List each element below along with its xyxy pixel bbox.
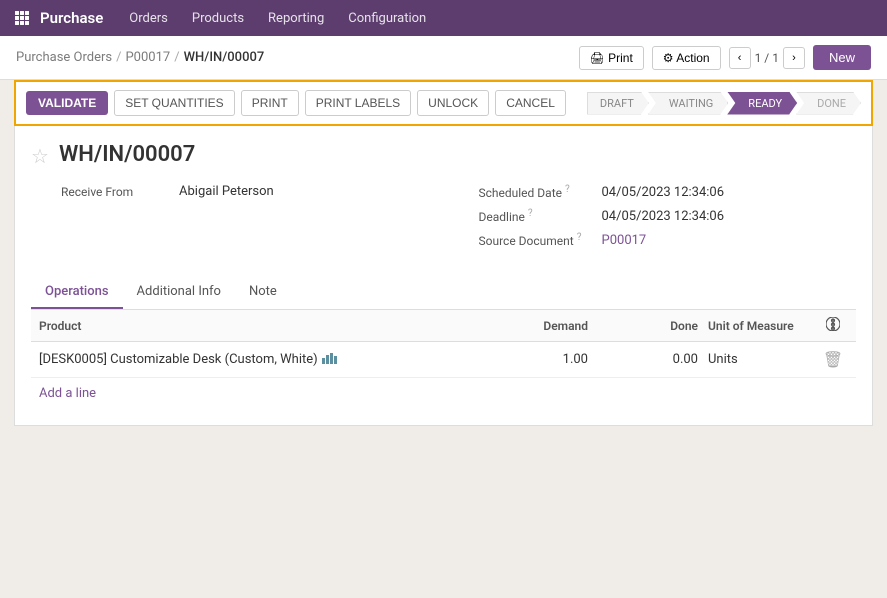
deadline-label: Deadline ?	[479, 208, 594, 224]
print-labels-button[interactable]: PRINT LABELS	[305, 90, 411, 116]
app-brand[interactable]: Purchase	[40, 9, 103, 27]
scheduled-date-value[interactable]: 04/05/2023 12:34:06	[602, 185, 725, 200]
pager: ‹ 1 / 1 ›	[729, 47, 805, 69]
source-doc-help[interactable]: ?	[577, 232, 582, 243]
product-cell: [DESK0005] Customizable Desk (Custom, Wh…	[39, 352, 528, 367]
favorite-star-icon[interactable]: ☆	[31, 144, 49, 168]
uom-cell: Units	[698, 352, 818, 367]
breadcrumb-sep-2: /	[174, 50, 179, 65]
breadcrumb-sep-1: /	[116, 50, 121, 65]
add-line-button[interactable]: Add a line	[31, 378, 856, 409]
unlock-button[interactable]: UNLOCK	[417, 90, 489, 116]
col-demand-header: Demand	[528, 319, 628, 333]
breadcrumb-purchase-orders[interactable]: Purchase Orders	[16, 50, 112, 65]
done-cell[interactable]: 0.00	[628, 352, 698, 367]
deadline-value[interactable]: 04/05/2023 12:34:06	[602, 209, 725, 224]
status-ready: READY	[727, 92, 797, 115]
demand-cell: 1.00	[528, 352, 628, 367]
status-waiting: WAITING	[648, 92, 728, 115]
breadcrumb: Purchase Orders / P00017 / WH/IN/00007	[16, 50, 264, 65]
col-product-header: Product	[39, 319, 528, 333]
table-header: Product Demand Done Unit of Measure	[31, 310, 856, 342]
col-settings-header[interactable]	[818, 317, 848, 334]
receive-from-label: Receive From	[61, 185, 171, 199]
tabs-bar: Operations Additional Info Note	[31, 276, 856, 310]
print-button[interactable]: 🖨 Print	[579, 46, 644, 70]
breadcrumb-p00017[interactable]: P00017	[125, 50, 170, 65]
nav-item-configuration[interactable]: Configuration	[338, 5, 436, 32]
delete-row-button[interactable]: 🗑	[818, 350, 848, 369]
set-quantities-button[interactable]: SET QUANTITIES	[114, 90, 234, 116]
forecast-icon[interactable]	[322, 352, 338, 367]
tab-additional-info[interactable]: Additional Info	[123, 276, 235, 309]
cancel-button[interactable]: CANCEL	[495, 90, 566, 116]
nav-item-orders[interactable]: Orders	[119, 5, 178, 32]
source-document-label: Source Document ?	[479, 232, 594, 248]
apps-menu-icon[interactable]	[8, 4, 36, 32]
source-document-value[interactable]: P00017	[602, 233, 647, 248]
deadline-help[interactable]: ?	[528, 208, 533, 219]
col-uom-header: Unit of Measure	[698, 319, 818, 333]
col-done-header: Done	[628, 319, 698, 333]
action-button[interactable]: ⚙ Action	[652, 46, 721, 70]
pager-count: 1 / 1	[755, 51, 779, 65]
status-draft: DRAFT	[587, 92, 649, 115]
table-row[interactable]: [DESK0005] Customizable Desk (Custom, Wh…	[31, 342, 856, 378]
breadcrumb-current: WH/IN/00007	[184, 50, 265, 65]
tab-operations[interactable]: Operations	[31, 276, 123, 309]
nav-item-reporting[interactable]: Reporting	[258, 5, 334, 32]
record-title: WH/IN/00007	[59, 142, 195, 167]
main-content: ☆ WH/IN/00007 Receive From Abigail Peter…	[14, 126, 873, 426]
scheduled-date-help[interactable]: ?	[565, 184, 570, 195]
tab-note[interactable]: Note	[235, 276, 291, 309]
print-action-button[interactable]: PRINT	[241, 90, 299, 116]
status-done: DONE	[796, 92, 861, 115]
nav-item-products[interactable]: Products	[182, 5, 254, 32]
scheduled-date-label: Scheduled Date ?	[479, 184, 594, 200]
pager-prev[interactable]: ‹	[729, 47, 751, 69]
validate-button[interactable]: VALIDATE	[26, 91, 108, 115]
new-button[interactable]: New	[813, 45, 871, 70]
pager-next[interactable]: ›	[783, 47, 805, 69]
receive-from-value: Abigail Peterson	[179, 184, 274, 199]
